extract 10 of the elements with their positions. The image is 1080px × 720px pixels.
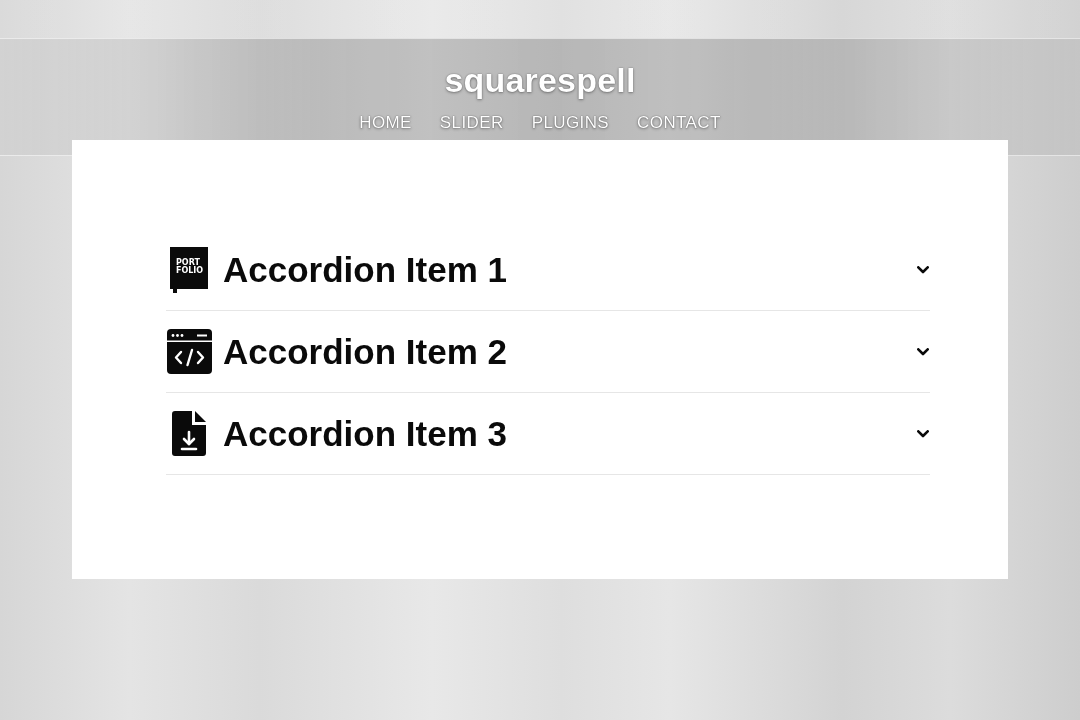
nav-link[interactable]: HOME xyxy=(359,113,412,133)
nav-link[interactable]: PLUGINS xyxy=(531,113,610,133)
accordion-header[interactable]: PORT FOLIO Accordion Item 1 xyxy=(166,229,930,310)
nav-link[interactable]: CONTACT xyxy=(637,113,721,133)
nav-link[interactable]: SLIDER xyxy=(439,113,504,133)
file-download-icon xyxy=(172,411,206,456)
site-logo[interactable]: squarespell xyxy=(444,61,636,99)
accordion-header[interactable]: Accordion Item 3 xyxy=(166,393,930,474)
code-window-icon xyxy=(166,329,212,374)
accordion-header[interactable]: Accordion Item 2 xyxy=(166,311,930,392)
